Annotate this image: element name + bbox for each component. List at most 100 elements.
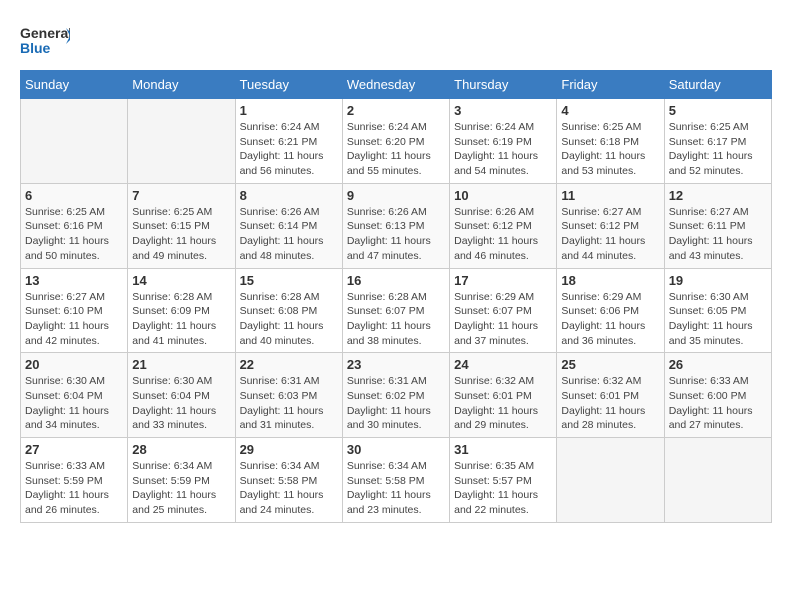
weekday-header: Monday	[128, 71, 235, 99]
calendar-cell: 16 Sunrise: 6:28 AMSunset: 6:07 PMDayligh…	[342, 268, 449, 353]
day-info: Sunrise: 6:30 AMSunset: 6:05 PMDaylight:…	[669, 290, 767, 349]
day-info: Sunrise: 6:24 AMSunset: 6:19 PMDaylight:…	[454, 120, 552, 179]
day-number: 29	[240, 442, 338, 457]
svg-text:General: General	[20, 25, 70, 41]
calendar-cell: 9 Sunrise: 6:26 AMSunset: 6:13 PMDaylight…	[342, 183, 449, 268]
day-info: Sunrise: 6:29 AMSunset: 6:06 PMDaylight:…	[561, 290, 659, 349]
page-header: General Blue	[20, 20, 772, 60]
day-number: 4	[561, 103, 659, 118]
calendar-cell: 5 Sunrise: 6:25 AMSunset: 6:17 PMDaylight…	[664, 99, 771, 184]
day-number: 28	[132, 442, 230, 457]
day-number: 6	[25, 188, 123, 203]
logo: General Blue	[20, 20, 70, 60]
calendar-cell: 25 Sunrise: 6:32 AMSunset: 6:01 PMDayligh…	[557, 353, 664, 438]
day-info: Sunrise: 6:25 AMSunset: 6:17 PMDaylight:…	[669, 120, 767, 179]
day-number: 17	[454, 273, 552, 288]
calendar-table: SundayMondayTuesdayWednesdayThursdayFrid…	[20, 70, 772, 523]
day-number: 7	[132, 188, 230, 203]
day-number: 11	[561, 188, 659, 203]
day-info: Sunrise: 6:27 AMSunset: 6:10 PMDaylight:…	[25, 290, 123, 349]
day-number: 9	[347, 188, 445, 203]
day-info: Sunrise: 6:28 AMSunset: 6:08 PMDaylight:…	[240, 290, 338, 349]
day-info: Sunrise: 6:27 AMSunset: 6:12 PMDaylight:…	[561, 205, 659, 264]
day-info: Sunrise: 6:24 AMSunset: 6:20 PMDaylight:…	[347, 120, 445, 179]
day-info: Sunrise: 6:25 AMSunset: 6:18 PMDaylight:…	[561, 120, 659, 179]
day-info: Sunrise: 6:24 AMSunset: 6:21 PMDaylight:…	[240, 120, 338, 179]
day-number: 3	[454, 103, 552, 118]
calendar-cell: 3 Sunrise: 6:24 AMSunset: 6:19 PMDaylight…	[450, 99, 557, 184]
day-number: 8	[240, 188, 338, 203]
calendar-cell	[664, 438, 771, 523]
calendar-cell: 29 Sunrise: 6:34 AMSunset: 5:58 PMDayligh…	[235, 438, 342, 523]
calendar-cell: 24Sunrise: 6:32 AMSunset: 6:01 PMDayligh…	[450, 353, 557, 438]
calendar-cell	[21, 99, 128, 184]
calendar-cell: 20 Sunrise: 6:30 AMSunset: 6:04 PMDayligh…	[21, 353, 128, 438]
calendar-cell	[557, 438, 664, 523]
calendar-cell: 14 Sunrise: 6:28 AMSunset: 6:09 PMDayligh…	[128, 268, 235, 353]
day-info: Sunrise: 6:29 AMSunset: 6:07 PMDaylight:…	[454, 290, 552, 349]
day-number: 25	[561, 357, 659, 372]
day-number: 10	[454, 188, 552, 203]
day-info: Sunrise: 6:26 AMSunset: 6:13 PMDaylight:…	[347, 205, 445, 264]
calendar-cell: 22 Sunrise: 6:31 AMSunset: 6:03 PMDayligh…	[235, 353, 342, 438]
day-number: 21	[132, 357, 230, 372]
calendar-cell: 4 Sunrise: 6:25 AMSunset: 6:18 PMDaylight…	[557, 99, 664, 184]
day-number: 30	[347, 442, 445, 457]
day-info: Sunrise: 6:34 AMSunset: 5:58 PMDaylight:…	[240, 459, 338, 518]
calendar-cell: 7 Sunrise: 6:25 AMSunset: 6:15 PMDaylight…	[128, 183, 235, 268]
day-info: Sunrise: 6:28 AMSunset: 6:09 PMDaylight:…	[132, 290, 230, 349]
day-info: Sunrise: 6:32 AMSunset: 6:01 PMDaylight:…	[561, 374, 659, 433]
calendar-cell: 28 Sunrise: 6:34 AMSunset: 5:59 PMDayligh…	[128, 438, 235, 523]
weekday-header: Sunday	[21, 71, 128, 99]
calendar-cell: 17 Sunrise: 6:29 AMSunset: 6:07 PMDayligh…	[450, 268, 557, 353]
calendar-cell	[128, 99, 235, 184]
day-info: Sunrise: 6:25 AMSunset: 6:15 PMDaylight:…	[132, 205, 230, 264]
day-info: Sunrise: 6:33 AMSunset: 6:00 PMDaylight:…	[669, 374, 767, 433]
day-info: Sunrise: 6:32 AMSunset: 6:01 PMDaylight:…	[454, 374, 552, 433]
calendar-cell: 8 Sunrise: 6:26 AMSunset: 6:14 PMDaylight…	[235, 183, 342, 268]
day-number: 31	[454, 442, 552, 457]
day-info: Sunrise: 6:31 AMSunset: 6:02 PMDaylight:…	[347, 374, 445, 433]
day-number: 22	[240, 357, 338, 372]
calendar-cell: 23 Sunrise: 6:31 AMSunset: 6:02 PMDayligh…	[342, 353, 449, 438]
calendar-cell: 2 Sunrise: 6:24 AMSunset: 6:20 PMDaylight…	[342, 99, 449, 184]
calendar-cell: 19Sunrise: 6:30 AMSunset: 6:05 PMDayligh…	[664, 268, 771, 353]
day-number: 20	[25, 357, 123, 372]
calendar-cell: 18 Sunrise: 6:29 AMSunset: 6:06 PMDayligh…	[557, 268, 664, 353]
weekday-header: Wednesday	[342, 71, 449, 99]
day-info: Sunrise: 6:26 AMSunset: 6:14 PMDaylight:…	[240, 205, 338, 264]
day-number: 16	[347, 273, 445, 288]
calendar-week-row: 6 Sunrise: 6:25 AMSunset: 6:16 PMDaylight…	[21, 183, 772, 268]
day-number: 27	[25, 442, 123, 457]
calendar-week-row: 13Sunrise: 6:27 AMSunset: 6:10 PMDayligh…	[21, 268, 772, 353]
day-number: 1	[240, 103, 338, 118]
day-number: 26	[669, 357, 767, 372]
calendar-cell: 12 Sunrise: 6:27 AMSunset: 6:11 PMDayligh…	[664, 183, 771, 268]
calendar-cell: 21 Sunrise: 6:30 AMSunset: 6:04 PMDayligh…	[128, 353, 235, 438]
day-info: Sunrise: 6:34 AMSunset: 5:59 PMDaylight:…	[132, 459, 230, 518]
day-number: 5	[669, 103, 767, 118]
calendar-week-row: 20 Sunrise: 6:30 AMSunset: 6:04 PMDayligh…	[21, 353, 772, 438]
day-info: Sunrise: 6:25 AMSunset: 6:16 PMDaylight:…	[25, 205, 123, 264]
calendar-cell: 27Sunrise: 6:33 AMSunset: 5:59 PMDayligh…	[21, 438, 128, 523]
day-number: 18	[561, 273, 659, 288]
calendar-cell: 26 Sunrise: 6:33 AMSunset: 6:00 PMDayligh…	[664, 353, 771, 438]
calendar-week-row: 27Sunrise: 6:33 AMSunset: 5:59 PMDayligh…	[21, 438, 772, 523]
calendar-cell: 1 Sunrise: 6:24 AMSunset: 6:21 PMDaylight…	[235, 99, 342, 184]
day-info: Sunrise: 6:30 AMSunset: 6:04 PMDaylight:…	[132, 374, 230, 433]
day-number: 12	[669, 188, 767, 203]
logo-svg: General Blue	[20, 20, 70, 60]
day-info: Sunrise: 6:34 AMSunset: 5:58 PMDaylight:…	[347, 459, 445, 518]
calendar-cell: 13Sunrise: 6:27 AMSunset: 6:10 PMDayligh…	[21, 268, 128, 353]
day-info: Sunrise: 6:31 AMSunset: 6:03 PMDaylight:…	[240, 374, 338, 433]
day-number: 14	[132, 273, 230, 288]
weekday-header: Saturday	[664, 71, 771, 99]
calendar-cell: 11 Sunrise: 6:27 AMSunset: 6:12 PMDayligh…	[557, 183, 664, 268]
day-info: Sunrise: 6:27 AMSunset: 6:11 PMDaylight:…	[669, 205, 767, 264]
day-info: Sunrise: 6:35 AMSunset: 5:57 PMDaylight:…	[454, 459, 552, 518]
day-number: 23	[347, 357, 445, 372]
day-info: Sunrise: 6:28 AMSunset: 6:07 PMDaylight:…	[347, 290, 445, 349]
calendar-week-row: 1 Sunrise: 6:24 AMSunset: 6:21 PMDaylight…	[21, 99, 772, 184]
day-info: Sunrise: 6:30 AMSunset: 6:04 PMDaylight:…	[25, 374, 123, 433]
day-number: 2	[347, 103, 445, 118]
